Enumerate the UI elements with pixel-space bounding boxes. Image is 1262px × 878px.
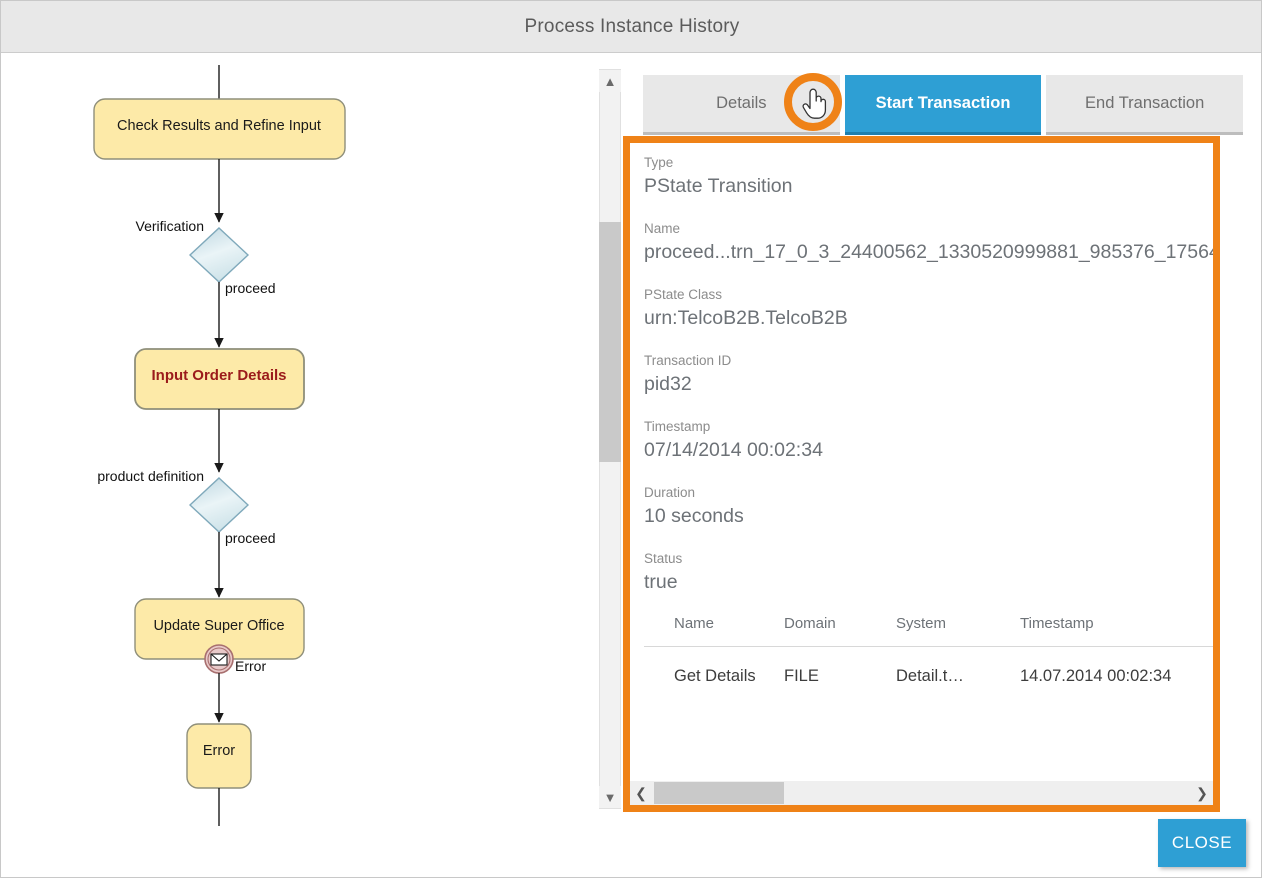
- tab-label: Details: [716, 94, 766, 113]
- field-value: true: [644, 568, 1199, 596]
- diagram-node-label: Update Super Office: [153, 618, 284, 634]
- field-status: Status true: [644, 549, 1199, 596]
- start-transaction-detail-panel: Type PState Transition Name proceed...tr…: [623, 136, 1220, 812]
- tab-label: End Transaction: [1085, 94, 1204, 113]
- diagram-node-label: Input Order Details: [151, 367, 286, 384]
- table-body: Get Details FILE Detail.t… 14.07.2014 00…: [644, 647, 1213, 686]
- tab-details[interactable]: Details: [643, 75, 840, 135]
- edge-label-proceed-1: proceed: [225, 280, 276, 296]
- column-header-name[interactable]: Name: [644, 615, 784, 632]
- field-timestamp: Timestamp 07/14/2014 00:02:34: [644, 417, 1199, 464]
- field-transaction-id: Transaction ID pid32: [644, 351, 1199, 398]
- transaction-tabs: Details Start Transaction End Transactio…: [643, 75, 1243, 135]
- field-pstate-class: PState Class urn:TelcoB2B.TelcoB2B: [644, 285, 1199, 332]
- chevron-right-icon[interactable]: ❯: [1191, 781, 1213, 805]
- field-value: 10 seconds: [644, 502, 1199, 530]
- table-row[interactable]: Get Details FILE Detail.t… 14.07.2014 00…: [644, 647, 1213, 686]
- table-horizontal-scrollbar[interactable]: ❮ ❯: [630, 781, 1213, 805]
- edge-label-error: Error: [235, 658, 266, 674]
- field-label: PState Class: [644, 285, 1199, 304]
- field-label: Name: [644, 219, 1199, 238]
- edge-label-product-definition: product definition: [97, 468, 204, 484]
- chevron-up-icon[interactable]: ▲: [599, 70, 621, 92]
- dialog-titlebar: Process Instance History: [1, 1, 1262, 53]
- field-value: PState Transition: [644, 172, 1199, 200]
- edge-label-proceed-2: proceed: [225, 530, 276, 546]
- diagram-node-label: Error: [203, 743, 235, 759]
- envelope-icon[interactable]: [205, 645, 233, 673]
- chevron-down-icon[interactable]: ▼: [599, 786, 621, 808]
- diagram-gateway-2[interactable]: [190, 478, 248, 532]
- process-instance-history-dialog: Process Instance History Check Results a…: [0, 0, 1262, 878]
- column-header-timestamp[interactable]: Timestamp: [1020, 615, 1210, 632]
- field-label: Timestamp: [644, 417, 1199, 436]
- field-name: Name proceed...trn_17_0_3_24400562_13305…: [644, 219, 1199, 266]
- field-duration: Duration 10 seconds: [644, 483, 1199, 530]
- field-label: Transaction ID: [644, 351, 1199, 370]
- edge-label-verification: Verification: [136, 218, 204, 234]
- cell-name: Get Details: [644, 667, 784, 686]
- hscrollbar-track[interactable]: [652, 781, 1191, 805]
- diagram-node-input-order-details[interactable]: Input Order Details: [135, 349, 304, 409]
- column-header-domain[interactable]: Domain: [784, 615, 896, 632]
- process-diagram-pane[interactable]: Check Results and Refine Input Verificat…: [1, 54, 589, 878]
- cell-timestamp: 14.07.2014 00:02:34: [1020, 667, 1210, 686]
- diagram-gateway-1[interactable]: [190, 228, 248, 282]
- detail-vertical-scrollbar[interactable]: ▲ ▼: [599, 69, 621, 809]
- field-label: Type: [644, 153, 1199, 172]
- column-header-system[interactable]: System: [896, 615, 1020, 632]
- process-flow-diagram: Check Results and Refine Input Verificat…: [1, 54, 589, 878]
- field-value: proceed...trn_17_0_3_24400562_1330520999…: [644, 238, 1199, 266]
- table-header-row: Name Domain System Timestamp: [644, 615, 1213, 647]
- scrollbar-thumb[interactable]: [599, 222, 621, 462]
- diagram-node-label: Check Results and Refine Input: [117, 118, 321, 134]
- field-type: Type PState Transition: [644, 153, 1199, 200]
- hscrollbar-thumb[interactable]: [654, 782, 784, 804]
- tab-start-transaction[interactable]: Start Transaction: [845, 75, 1042, 135]
- scrollbar-track[interactable]: [599, 92, 621, 786]
- diagram-node-check-results[interactable]: Check Results and Refine Input: [94, 99, 345, 159]
- field-label: Status: [644, 549, 1199, 568]
- tab-end-transaction[interactable]: End Transaction: [1046, 75, 1243, 135]
- diagram-node-error[interactable]: Error: [187, 724, 251, 788]
- cell-system: Detail.t…: [896, 667, 1020, 686]
- field-value: pid32: [644, 370, 1199, 398]
- cell-domain: FILE: [784, 667, 896, 686]
- page-title: Process Instance History: [525, 16, 740, 38]
- field-label: Duration: [644, 483, 1199, 502]
- field-value: 07/14/2014 00:02:34: [644, 436, 1199, 464]
- close-button[interactable]: CLOSE: [1158, 819, 1246, 867]
- chevron-left-icon[interactable]: ❮: [630, 781, 652, 805]
- detail-fields-container: Type PState Transition Name proceed...tr…: [630, 143, 1213, 805]
- field-value: urn:TelcoB2B.TelcoB2B: [644, 304, 1199, 332]
- tab-label: Start Transaction: [876, 94, 1011, 113]
- transaction-activity-table: Name Domain System Timestamp Get Details…: [644, 615, 1213, 686]
- transaction-detail-pane: Details Start Transaction End Transactio…: [623, 61, 1243, 821]
